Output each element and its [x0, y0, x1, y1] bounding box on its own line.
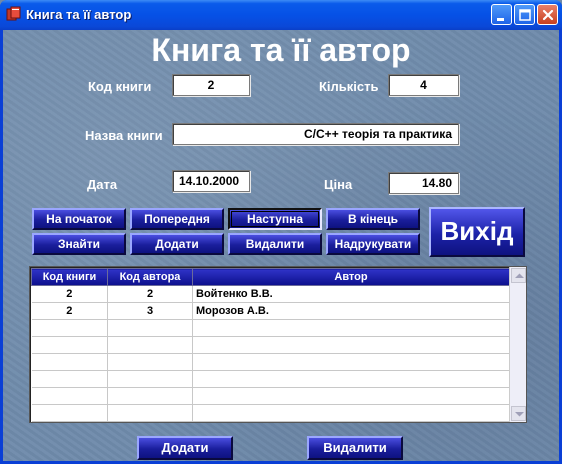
last-record-button[interactable]: В кінець — [326, 208, 420, 230]
exit-button[interactable]: Вихід — [429, 207, 525, 257]
previous-record-button[interactable]: Попередня — [130, 208, 224, 230]
window-title: Книга та її автор — [26, 7, 132, 22]
book-code-field[interactable]: 2 — [172, 74, 250, 96]
next-record-button[interactable]: Наступна — [228, 208, 322, 230]
scroll-down-arrow-icon[interactable] — [511, 406, 526, 421]
close-button[interactable] — [537, 4, 558, 25]
print-button[interactable]: Надрукувати — [326, 233, 420, 255]
delete-author-button[interactable]: Видалити — [307, 436, 403, 460]
cell-author[interactable]: Морозов А.В. — [192, 302, 510, 320]
book-code-label: Код книги — [88, 79, 152, 94]
column-header-author[interactable]: Автор — [192, 268, 510, 286]
first-record-button[interactable]: На початок — [32, 208, 126, 230]
book-name-label: Назва книги — [85, 128, 163, 143]
empty-row[interactable] — [31, 404, 510, 422]
scroll-up-arrow-icon[interactable] — [511, 268, 526, 283]
book-name-field[interactable]: C/C++ теорія та практика — [172, 123, 459, 145]
quantity-label: Кількість — [319, 79, 379, 94]
maximize-button[interactable] — [514, 4, 535, 25]
table-header-row: Код книги Код автора Автор — [31, 268, 510, 286]
column-header-book-code[interactable]: Код книги — [31, 268, 108, 286]
cell-author[interactable]: Войтенко В.В. — [192, 285, 510, 303]
date-field[interactable]: 14.10.2000 — [172, 170, 250, 192]
date-label: Дата — [87, 177, 118, 192]
title-bar[interactable]: Книга та її автор — [0, 0, 562, 30]
book-app-icon — [6, 6, 22, 22]
empty-row[interactable] — [31, 336, 510, 354]
vertical-scrollbar[interactable] — [509, 267, 526, 422]
price-label: Ціна — [324, 177, 353, 192]
minimize-button[interactable] — [491, 4, 512, 25]
empty-row[interactable] — [31, 387, 510, 405]
authors-grid[interactable]: Код книги Код автора Автор 2 2 Войтенко … — [29, 266, 527, 423]
table-row[interactable]: 2 2 Войтенко В.В. — [31, 285, 510, 303]
authors-table: Код книги Код автора Автор 2 2 Войтенко … — [31, 268, 510, 422]
find-button[interactable]: Знайти — [32, 233, 126, 255]
quantity-field[interactable]: 4 — [388, 74, 459, 96]
empty-row[interactable] — [31, 370, 510, 388]
empty-row[interactable] — [31, 319, 510, 337]
empty-row[interactable] — [31, 353, 510, 371]
cell-author-code[interactable]: 2 — [107, 285, 193, 303]
delete-button[interactable]: Видалити — [228, 233, 322, 255]
page-title: Книга та її автор — [151, 32, 411, 68]
cell-book-code[interactable]: 2 — [31, 285, 108, 303]
column-header-author-code[interactable]: Код автора — [107, 268, 193, 286]
add-button[interactable]: Додати — [130, 233, 224, 255]
table-row[interactable]: 2 3 Морозов А.В. — [31, 302, 510, 320]
app-window: Книга та її автор Книга та її автор Код … — [0, 0, 562, 464]
add-author-button[interactable]: Додати — [137, 436, 233, 460]
cell-book-code[interactable]: 2 — [31, 302, 108, 320]
price-field[interactable]: 14.80 — [388, 172, 459, 194]
form-client-area: Книга та її автор Код книги 2 Кількість … — [3, 30, 559, 461]
cell-author-code[interactable]: 3 — [107, 302, 193, 320]
